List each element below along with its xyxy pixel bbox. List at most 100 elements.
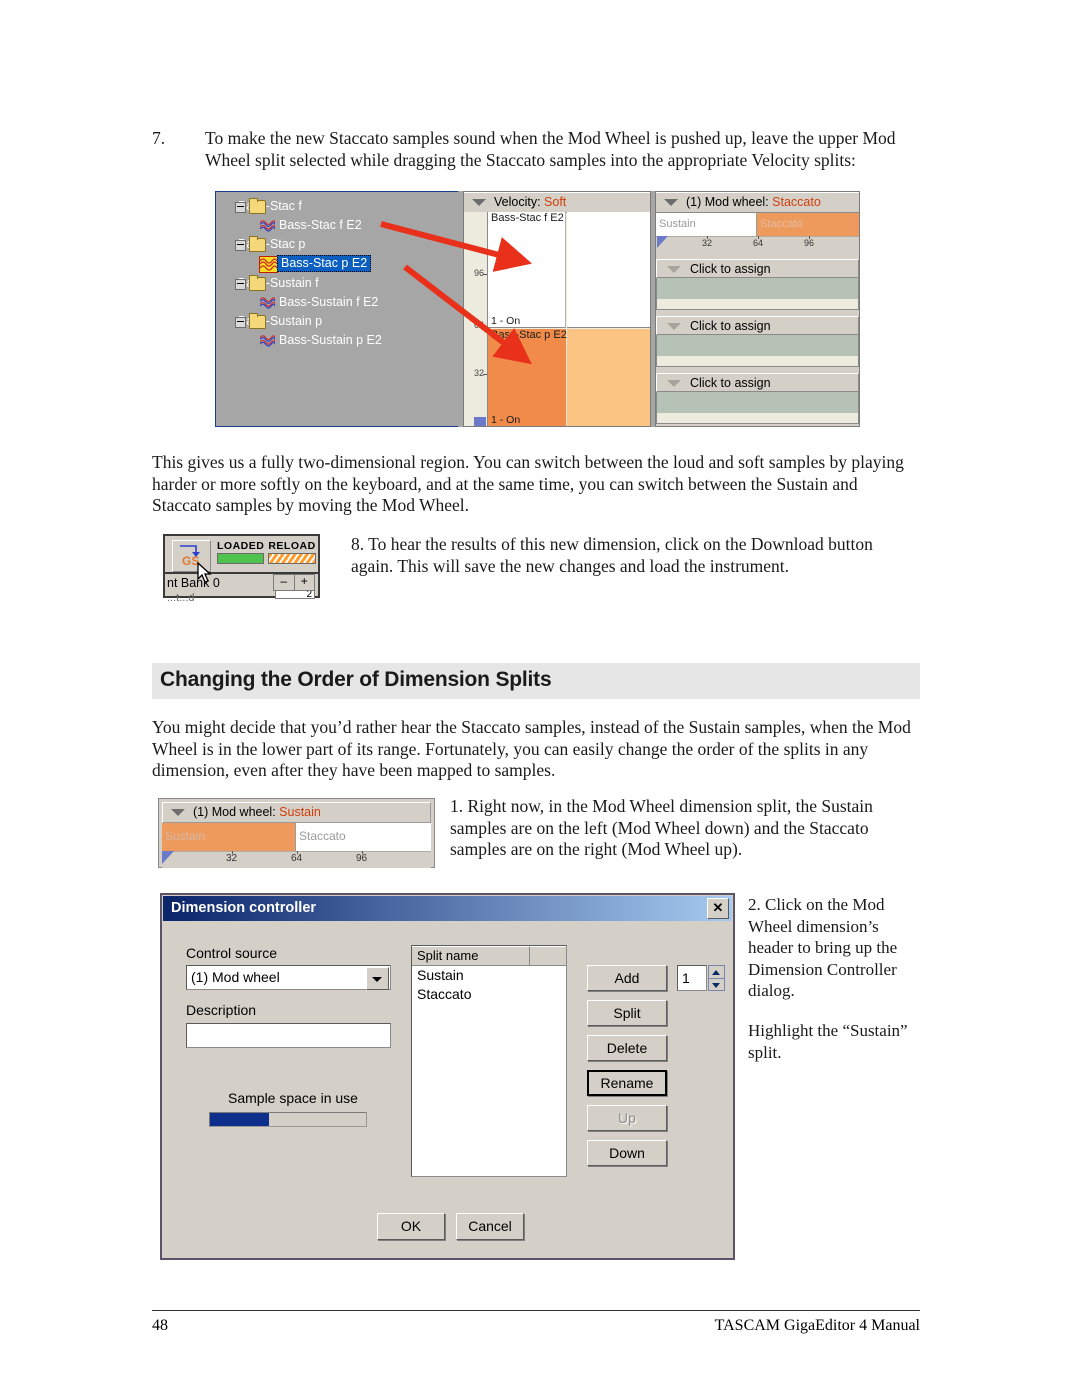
waveform-icon bbox=[260, 335, 275, 347]
list-item[interactable]: Sustain bbox=[412, 966, 566, 985]
split-count-stepper[interactable] bbox=[708, 965, 725, 991]
collapse-icon[interactable] bbox=[235, 240, 246, 251]
assign-header-1[interactable]: Click to assign bbox=[656, 259, 859, 278]
ok-button[interactable]: OK bbox=[377, 1213, 445, 1240]
description-field[interactable] bbox=[186, 1023, 391, 1048]
assign-label: Click to assign bbox=[690, 262, 771, 276]
assign-foot-1 bbox=[656, 299, 859, 310]
tree-folder-row[interactable]: Bass-Stac p bbox=[216, 235, 458, 254]
collapse-icon[interactable] bbox=[235, 202, 246, 213]
split-name-column-header: Split name bbox=[412, 946, 530, 965]
loaded-led bbox=[217, 553, 264, 564]
modwheel-position-marker bbox=[162, 851, 174, 864]
assign-foot-3 bbox=[656, 413, 859, 424]
tree-label: Bass-Stac f E2 bbox=[279, 218, 362, 232]
chevron-down-icon[interactable] bbox=[664, 199, 678, 206]
down-button[interactable]: Down bbox=[587, 1140, 667, 1166]
tree-label: Bass-Sustain f E2 bbox=[279, 295, 379, 309]
tree-sample-row[interactable]: Bass-Sustain f E2 bbox=[216, 293, 458, 312]
sample-tree-pane[interactable]: Bass-Stac f Bass-Stac f E2 Bass-Stac p B… bbox=[215, 191, 458, 427]
loaded-label: LOADED bbox=[217, 540, 265, 552]
stepper-plus[interactable]: + bbox=[295, 575, 315, 590]
stepper-up-icon[interactable] bbox=[709, 966, 724, 979]
rename-button[interactable]: Rename bbox=[587, 1070, 667, 1096]
velocity-cell-lower-right[interactable] bbox=[567, 329, 650, 426]
velocity-tick: 32 bbox=[474, 368, 488, 378]
assign-header-3[interactable]: Click to assign bbox=[656, 373, 859, 392]
cancel-button[interactable]: Cancel bbox=[456, 1213, 524, 1240]
tree-label-selected: Bass-Stac p E2 bbox=[277, 255, 372, 272]
tree-folder-row[interactable]: Bass-Sustain f bbox=[216, 274, 458, 293]
chevron-down-icon[interactable] bbox=[171, 809, 185, 816]
velocity-cell-upper-left[interactable]: Bass-Stac f E2 * 1 - On bbox=[488, 212, 571, 328]
velocity-axis: 96 64 32 bbox=[464, 212, 488, 426]
modwheel-split-strip: Sustain Staccato 32 64 96 bbox=[656, 213, 859, 253]
list-item[interactable]: Staccato bbox=[412, 985, 566, 1004]
modwheel-split-staccato[interactable]: Staccato bbox=[757, 213, 859, 236]
mouse-cursor-icon bbox=[197, 562, 212, 583]
tree-sample-row-selected[interactable]: Bass-Stac p E2 bbox=[216, 254, 458, 274]
reload-led bbox=[268, 553, 316, 564]
stepper-minus[interactable]: – bbox=[274, 575, 295, 590]
split-count-field[interactable]: 1 bbox=[677, 965, 707, 991]
assign-body-2[interactable] bbox=[656, 335, 859, 356]
tree-folder-row[interactable]: Bass-Stac f bbox=[216, 197, 458, 216]
up-button[interactable]: Up bbox=[587, 1105, 667, 1131]
folder-icon bbox=[249, 275, 266, 291]
split-button[interactable]: Split bbox=[587, 1000, 667, 1026]
page-number: 48 bbox=[152, 1317, 168, 1334]
collapse-icon[interactable] bbox=[235, 317, 246, 328]
stepper-control[interactable]: – + bbox=[273, 574, 315, 591]
close-icon[interactable]: ✕ bbox=[707, 898, 729, 919]
modwheel-tick: 96 bbox=[356, 851, 368, 864]
stepper-value[interactable]: 2 bbox=[275, 590, 315, 599]
step-2-text: 2. Click on the Mod Wheel dimension’s he… bbox=[748, 895, 898, 1000]
velocity-pane-header[interactable]: Velocity: Soft bbox=[464, 192, 650, 213]
tree-sample-row[interactable]: Bass-Stac f E2 bbox=[216, 216, 458, 235]
velocity-tick: 64 bbox=[474, 320, 488, 330]
add-button[interactable]: Add bbox=[587, 965, 667, 991]
chevron-down-icon[interactable] bbox=[667, 266, 681, 273]
chevron-down-icon[interactable] bbox=[472, 199, 486, 206]
paragraph-two-dimensional-region: This gives us a fully two-dimensional re… bbox=[152, 452, 904, 515]
figure-dimension-panes: Bass-Stac f Bass-Stac f E2 Bass-Stac p B… bbox=[215, 191, 860, 427]
modwheel-sustain-header[interactable]: (1) Mod wheel: Sustain bbox=[162, 802, 431, 823]
modwheel-sustain-split-left[interactable]: Sustain bbox=[162, 823, 296, 851]
folder-icon bbox=[249, 198, 266, 214]
control-source-select[interactable]: (1) Mod wheel bbox=[186, 965, 391, 990]
tree-label: Bass-Stac f bbox=[238, 199, 302, 213]
modwheel-dimension-pane: (1) Mod wheel: Staccato Sustain Staccato… bbox=[655, 191, 860, 427]
modwheel-tick: 64 bbox=[753, 236, 764, 248]
velocity-cell-label: Bass-Stac p E2 * bbox=[491, 329, 575, 341]
modwheel-sustain-header-label: (1) Mod wheel: bbox=[193, 805, 276, 819]
velocity-cell-upper-right[interactable] bbox=[567, 212, 650, 328]
folder-icon bbox=[249, 313, 266, 329]
secondary-label: ...t...d bbox=[167, 592, 195, 604]
waveform-icon bbox=[260, 220, 275, 232]
chevron-down-icon[interactable] bbox=[366, 967, 389, 990]
collapse-icon[interactable] bbox=[235, 279, 246, 290]
modwheel-tick: 96 bbox=[804, 236, 815, 248]
modwheel-sustain-header-value: Sustain bbox=[279, 805, 321, 819]
chevron-down-icon[interactable] bbox=[667, 323, 681, 330]
chevron-down-icon[interactable] bbox=[667, 380, 681, 387]
velocity-dimension-pane: Velocity: Soft 96 64 32 Bass-Stac f E2 *… bbox=[463, 191, 651, 427]
loaded-indicator: LOADED bbox=[217, 540, 264, 564]
stepper-down-icon[interactable] bbox=[709, 979, 724, 991]
split-name-list[interactable]: Split name Sustain Staccato bbox=[411, 945, 567, 1177]
velocity-cell-lower-left[interactable]: Bass-Stac p E2 * 1 - On bbox=[488, 329, 574, 426]
modwheel-sustain-split-right[interactable]: Staccato bbox=[296, 823, 431, 851]
sample-space-progress-fill bbox=[210, 1113, 270, 1126]
assign-foot-2 bbox=[656, 356, 859, 367]
tree-folder-row[interactable]: Bass-Sustain p bbox=[216, 312, 458, 331]
assign-body-3[interactable] bbox=[656, 392, 859, 413]
delete-button[interactable]: Delete bbox=[587, 1035, 667, 1061]
dialog-title: Dimension controller bbox=[163, 896, 732, 921]
assign-header-2[interactable]: Click to assign bbox=[656, 316, 859, 335]
modwheel-pane-header[interactable]: (1) Mod wheel: Staccato bbox=[656, 192, 859, 213]
tree-sample-row[interactable]: Bass-Sustain p E2 bbox=[216, 331, 458, 350]
assign-block-3: Click to assign bbox=[656, 373, 859, 424]
reload-indicator[interactable]: RELOAD bbox=[268, 540, 316, 564]
modwheel-split-sustain[interactable]: Sustain bbox=[656, 213, 757, 236]
assign-body-1[interactable] bbox=[656, 278, 859, 299]
